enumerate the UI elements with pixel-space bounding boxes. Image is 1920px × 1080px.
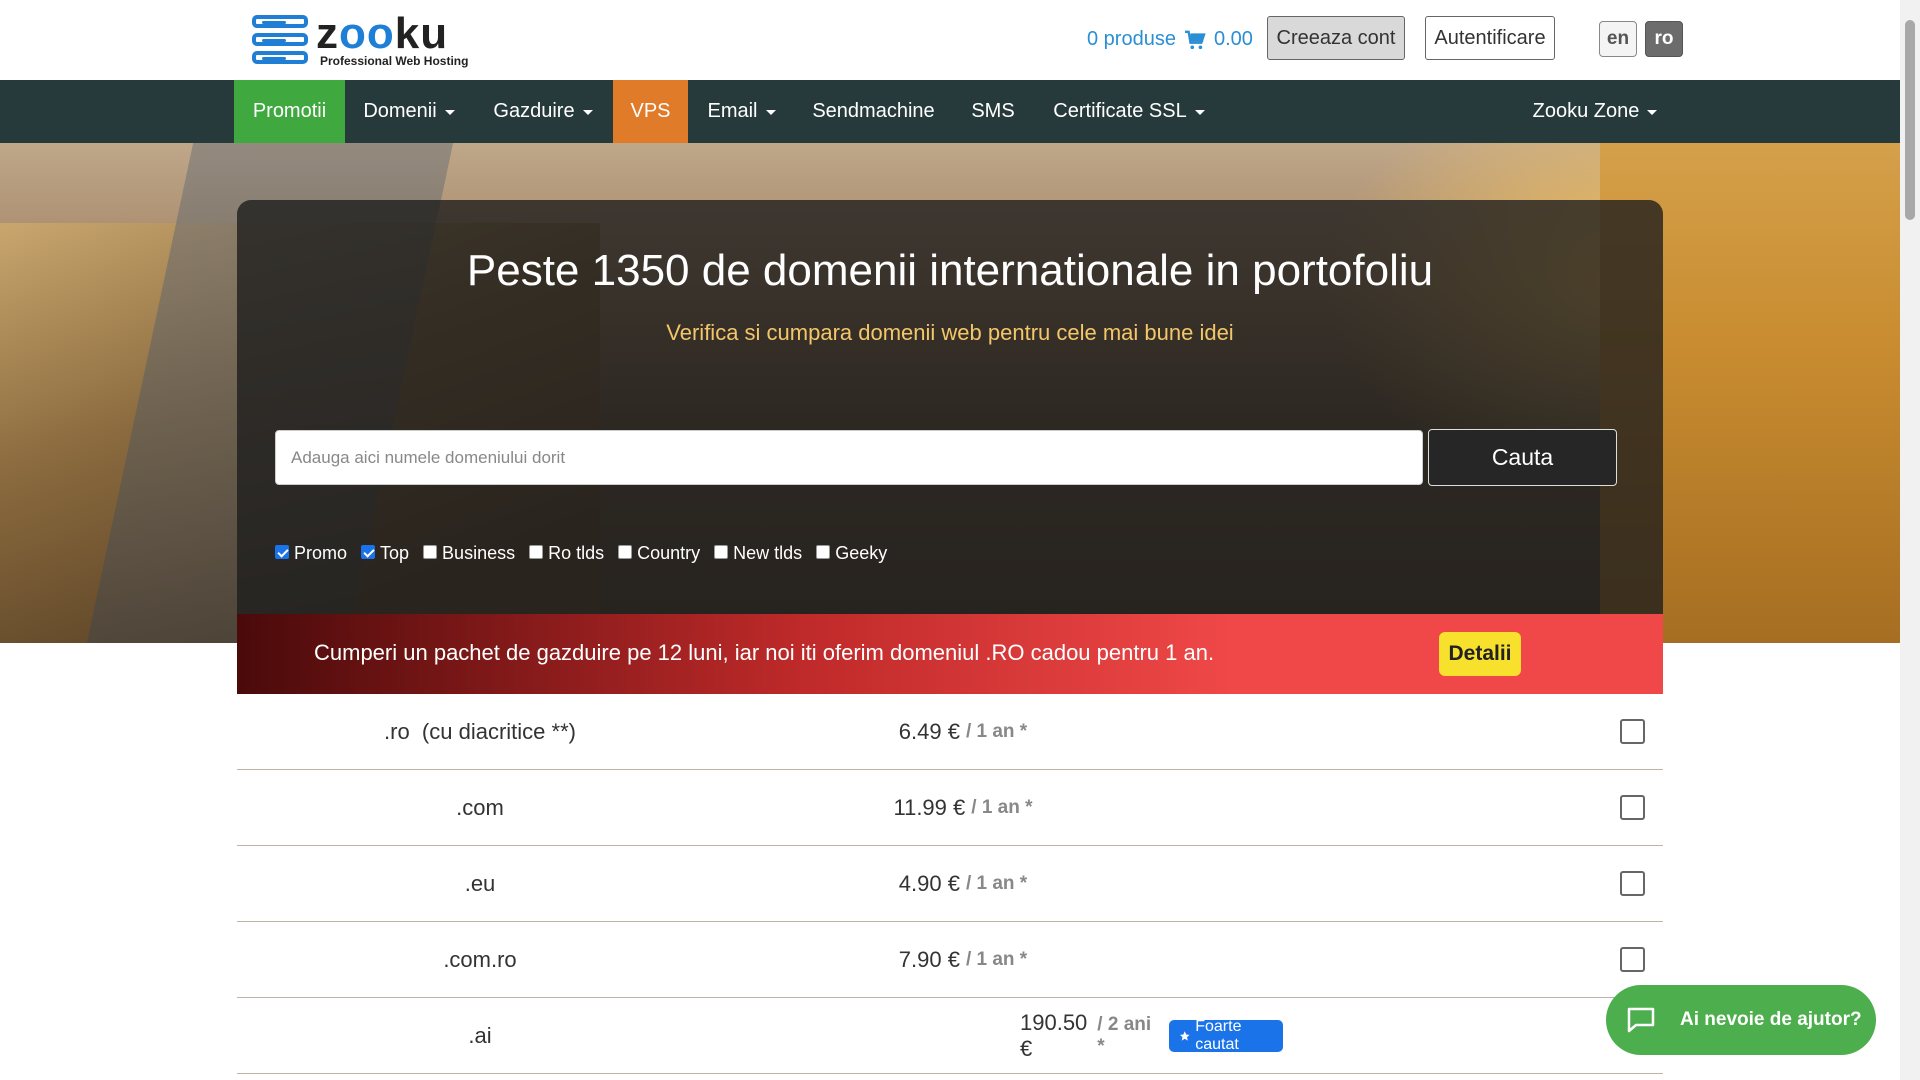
- domain-name: .com.ro: [443, 947, 517, 972]
- language-ro-button[interactable]: ro: [1645, 21, 1683, 57]
- cart-total: 0.00: [1213, 28, 1253, 50]
- caret-down-icon: [582, 110, 593, 115]
- cart-count-label: 0 produse: [1087, 28, 1176, 50]
- table-row: .com.ro 7.90 €/ 1 an *: [237, 922, 1663, 998]
- star-icon: [1179, 1031, 1190, 1041]
- caret-down-icon: [765, 110, 776, 115]
- scrollbar-thumb[interactable]: [1905, 20, 1915, 220]
- filter-new-tlds[interactable]: New tlds: [714, 543, 802, 564]
- nav-zooku-zone[interactable]: Zooku Zone: [1520, 80, 1670, 143]
- promo-banner: Cumperi un pachet de gazduire pe 12 luni…: [237, 614, 1663, 694]
- nav-sms[interactable]: SMS: [952, 80, 1034, 143]
- page-scrollbar[interactable]: [1900, 0, 1920, 1080]
- nav-promotii[interactable]: Promotii: [234, 80, 345, 143]
- search-button[interactable]: Cauta: [1428, 429, 1617, 486]
- table-row: .ai 190.50 €/ 2 ani * Foarte cautat: [237, 998, 1663, 1074]
- domain-select-checkbox[interactable]: [1620, 795, 1645, 820]
- nav-certificate-ssl[interactable]: Certificate SSL: [1034, 80, 1224, 143]
- filter-geeky[interactable]: Geeky: [816, 543, 887, 564]
- hero-title: Peste 1350 de domenii internationale in …: [466, 246, 1434, 295]
- help-chat-button[interactable]: Ai nevoie de ajutor?: [1606, 985, 1876, 1055]
- table-row: .ro (cu diacritice **) 6.49 €/ 1 an *: [237, 694, 1663, 770]
- nav-domenii[interactable]: Domenii: [345, 80, 473, 143]
- checkbox-checked[interactable]: [361, 544, 376, 559]
- checkbox-unchecked[interactable]: [714, 544, 729, 559]
- popular-badge: Foarte cautat: [1168, 1018, 1283, 1053]
- domain-price: 7.90 €/ 1 an *: [898, 947, 1028, 972]
- checkbox-unchecked[interactable]: [618, 544, 633, 559]
- nav-email[interactable]: Email: [688, 80, 795, 143]
- filter-promo[interactable]: Promo: [275, 543, 347, 564]
- checkbox-unchecked[interactable]: [423, 544, 438, 559]
- domain-price: 11.99 €/ 1 an *: [893, 795, 1033, 820]
- filter-ro-tlds[interactable]: Ro tlds: [529, 543, 604, 564]
- nav-gazduire[interactable]: Gazduire: [473, 80, 613, 143]
- domain-name: .eu: [464, 871, 496, 896]
- logo-tagline: Professional Web Hosting: [320, 54, 469, 68]
- domain-select-checkbox[interactable]: [1620, 947, 1645, 972]
- domain-price: 6.49 €/ 1 an *: [898, 719, 1028, 744]
- top-header: zooku Professional Web Hosting 0 produse…: [0, 0, 1900, 80]
- domain-name: .ro (cu diacritice **): [384, 719, 576, 744]
- domain-search-input[interactable]: Adauga aici numele domeniului dorit: [275, 430, 1423, 485]
- login-button[interactable]: Autentificare: [1425, 16, 1555, 60]
- checkbox-unchecked[interactable]: [816, 544, 831, 559]
- domain-price: 4.90 €/ 1 an *: [898, 871, 1028, 896]
- help-label: Ai nevoie de ajutor?: [1680, 1009, 1862, 1030]
- promo-text: Cumperi un pachet de gazduire pe 12 luni…: [314, 640, 1215, 665]
- create-account-button[interactable]: Creeaza cont: [1267, 16, 1405, 60]
- caret-down-icon: [1647, 110, 1658, 115]
- filter-business[interactable]: Business: [423, 543, 515, 564]
- chat-bubble-icon: [1627, 1007, 1655, 1033]
- filter-top[interactable]: Top: [361, 543, 409, 564]
- tld-filters: Promo Top Business Ro tlds Country New t…: [275, 543, 901, 564]
- table-row: .com 11.99 €/ 1 an *: [237, 770, 1663, 846]
- language-en-button[interactable]: en: [1599, 21, 1637, 57]
- nav-sendmachine[interactable]: Sendmachine: [795, 80, 952, 143]
- caret-down-icon: [444, 110, 455, 115]
- hero-subtitle: Verifica si cumpara domenii web pentru c…: [666, 320, 1234, 345]
- domain-select-checkbox[interactable]: [1620, 719, 1645, 744]
- domain-name: .ai: [468, 1023, 492, 1048]
- main-nav: Promotii Domenii Gazduire VPS Email Send…: [0, 80, 1900, 143]
- cart-summary[interactable]: 0 produse 0.00: [1087, 28, 1253, 51]
- domain-price-table: .ro (cu diacritice **) 6.49 €/ 1 an * .c…: [237, 694, 1663, 1074]
- promo-details-button[interactable]: Detalii: [1439, 632, 1521, 676]
- zooku-logo[interactable]: zooku Professional Web Hosting: [250, 9, 469, 68]
- checkbox-checked[interactable]: [275, 544, 289, 559]
- table-row: .eu 4.90 €/ 1 an *: [237, 846, 1663, 922]
- shopping-cart-icon: [1184, 30, 1206, 49]
- domain-name: .com: [456, 795, 504, 820]
- logo-wordmark: zooku: [316, 9, 449, 58]
- domain-select-checkbox[interactable]: [1620, 871, 1645, 896]
- checkbox-unchecked[interactable]: [529, 544, 544, 559]
- caret-down-icon: [1194, 110, 1205, 115]
- filter-country[interactable]: Country: [618, 543, 700, 564]
- search-placeholder: Adauga aici numele domeniului dorit: [291, 447, 566, 467]
- domain-price: 190.50 €/ 2 ani * Foarte cautat: [723, 998, 1283, 1074]
- nav-vps[interactable]: VPS: [613, 80, 688, 143]
- server-stack-icon: [250, 15, 310, 67]
